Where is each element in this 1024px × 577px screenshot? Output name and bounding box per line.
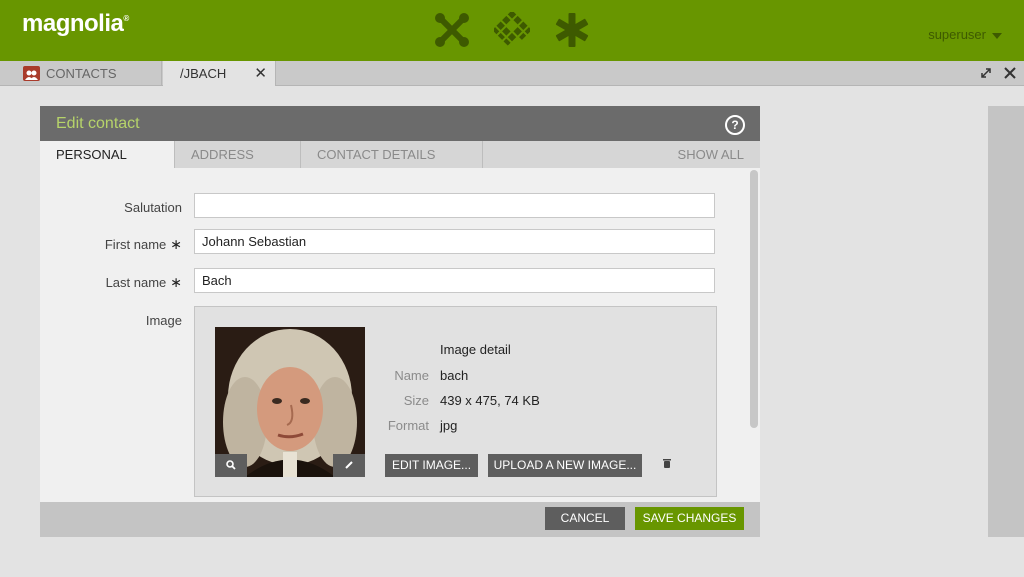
salutation-field[interactable] (194, 193, 715, 218)
tools-icon[interactable] (434, 12, 470, 48)
tab-personal[interactable]: PERSONAL (40, 141, 175, 168)
app-tab-bar: CONTACTS /JBACH ✕ (0, 61, 1024, 86)
cancel-button[interactable]: CANCEL (545, 507, 625, 530)
tab-address[interactable]: ADDRESS (175, 141, 301, 168)
upload-image-button[interactable]: UPLOAD A NEW IMAGE... (488, 454, 642, 477)
tab-jbach-label: /JBACH (180, 66, 227, 81)
form-area: Salutation First name ∗ Johann Sebastian … (40, 168, 760, 502)
edit-contact-dialog: Edit contact ? PERSONAL ADDRESS CONTACT … (40, 106, 760, 537)
image-size-key: Size (403, 393, 429, 408)
tab-contacts-label: CONTACTS (46, 66, 117, 81)
user-name: superuser (928, 27, 986, 42)
magnifier-icon (226, 460, 236, 470)
edit-image-icon-button[interactable] (333, 454, 365, 477)
tab-show-all[interactable]: SHOW ALL (483, 141, 760, 168)
edit-image-button[interactable]: EDIT IMAGE... (385, 454, 478, 477)
tab-contacts[interactable]: CONTACTS (0, 61, 162, 86)
user-menu[interactable]: superuser (928, 27, 1002, 42)
image-field: Image detail Name bach Size 439 x 475, 7… (194, 306, 717, 497)
close-icon[interactable]: ✕ (254, 61, 267, 86)
form-tabs: PERSONAL ADDRESS CONTACT DETAILS SHOW AL… (40, 141, 760, 168)
required-icon: ∗ (170, 274, 182, 290)
first-name-field[interactable]: Johann Sebastian (194, 229, 715, 254)
salutation-label: Salutation (124, 200, 182, 215)
last-name-field[interactable]: Bach (194, 268, 715, 293)
magnolia-logo[interactable]: magnolia® (22, 10, 129, 38)
save-changes-button[interactable]: SAVE CHANGES (635, 507, 744, 530)
image-size-value: 439 x 475, 74 KB (440, 393, 540, 408)
image-name-key: Name (394, 368, 429, 383)
image-label: Image (145, 313, 182, 328)
scrollbar[interactable] (750, 170, 758, 428)
image-format-value: jpg (440, 418, 458, 433)
dialog-footer: CANCEL SAVE CHANGES (40, 502, 760, 537)
top-bar: magnolia® superuser (0, 0, 1024, 61)
image-detail-heading: Image detail (440, 342, 511, 357)
image-name-value: bach (440, 368, 469, 383)
first-name-label: First name ∗ (104, 236, 182, 252)
trash-icon[interactable] (663, 458, 671, 468)
maximize-icon[interactable] (978, 65, 994, 81)
pencil-icon (345, 461, 353, 469)
required-icon: ∗ (170, 236, 182, 252)
help-icon[interactable]: ? (725, 115, 745, 135)
zoom-image-button[interactable] (215, 454, 247, 477)
tab-contact-details[interactable]: CONTACT DETAILS (301, 141, 483, 168)
grid-diamond-icon[interactable] (494, 12, 530, 48)
chevron-down-icon (992, 32, 1002, 39)
last-name-label: Last name ∗ (105, 274, 182, 290)
side-panel (988, 106, 1024, 537)
close-window-icon[interactable] (1002, 65, 1018, 81)
dialog-header: Edit contact ? (40, 106, 760, 141)
asterisk-icon[interactable] (554, 12, 590, 48)
tab-jbach[interactable]: /JBACH ✕ (163, 61, 276, 86)
contacts-icon (23, 66, 40, 81)
dialog-title: Edit contact (56, 115, 140, 132)
image-format-key: Format (387, 418, 429, 433)
